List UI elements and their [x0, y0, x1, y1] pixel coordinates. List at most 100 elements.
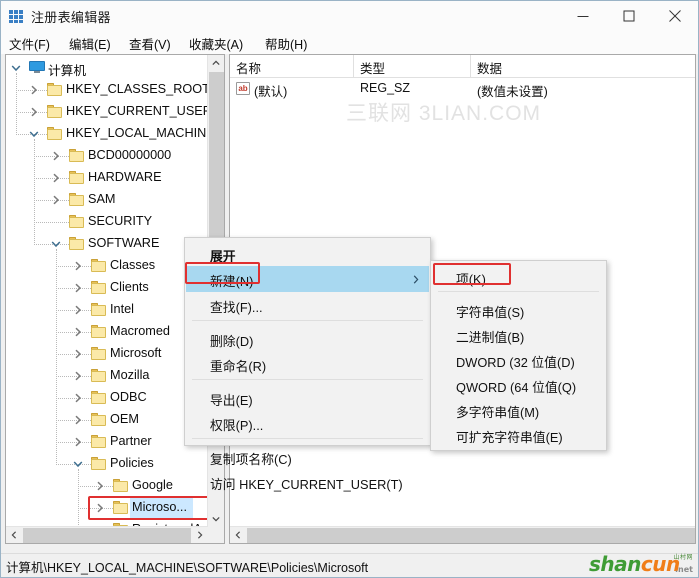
tree-item-计算机[interactable]: 计算机 [6, 57, 207, 79]
menu-file[interactable]: 文件(F) [7, 34, 52, 52]
submenu-item-qword[interactable]: QWORD (64 位值(Q) [432, 372, 605, 398]
chevron-right-icon[interactable] [72, 414, 84, 426]
tree-item-classes[interactable]: Classes [6, 255, 207, 277]
tree-item-label: SAM [88, 192, 116, 206]
chevron-down-icon[interactable] [50, 238, 62, 250]
tree-item-label: Microsoft [110, 346, 162, 360]
chevron-right-icon[interactable] [72, 260, 84, 272]
tree-item-hkeylocalmachine[interactable]: HKEY_LOCAL_MACHINE [6, 123, 207, 145]
values-horizontal-scrollbar[interactable] [230, 526, 695, 543]
submenu-item-expandable-string[interactable]: 可扩充字符串值(E) [432, 422, 605, 448]
tree-item-bcd00000000[interactable]: BCD00000000 [6, 145, 207, 167]
annotation-box-key [433, 263, 511, 285]
tree-item-partner[interactable]: Partner [6, 431, 207, 453]
menu-item-goto-hkcu[interactable]: 访问 HKEY_CURRENT_USER(T) [186, 469, 429, 495]
tree-item-label: Policies [110, 456, 154, 470]
submenu-item-multistring[interactable]: 多字符串值(M) [432, 397, 605, 423]
scroll-down-button[interactable] [208, 511, 224, 527]
menu-item-export[interactable]: 导出(E) [186, 385, 429, 411]
tree-item-clients[interactable]: Clients [6, 277, 207, 299]
tree-item-registeredapplica[interactable]: RegisteredApplica [6, 519, 207, 526]
tree-item-odbc[interactable]: ODBC [6, 387, 207, 409]
folder-icon [91, 369, 106, 382]
folder-icon [91, 413, 106, 426]
registry-tree[interactable]: 计算机 HKEY_CLASSES_ROOT HKEY_CURRENT_USER HKE… [6, 55, 207, 526]
tree-item-label: SOFTWARE [88, 236, 160, 250]
title-bar: 注册表编辑器 [1, 1, 698, 32]
tree-item-label: Google [132, 478, 173, 492]
values-hscroll-thumb[interactable] [247, 528, 695, 543]
tree-item-hkeyclassesroot[interactable]: HKEY_CLASSES_ROOT [6, 79, 207, 101]
tree-hscroll-thumb[interactable] [23, 528, 191, 543]
tree-item-security[interactable]: SECURITY [6, 211, 207, 233]
chevron-right-icon[interactable] [50, 150, 62, 162]
menu-item-copy-key-name[interactable]: 复制项名称(C) [186, 444, 429, 470]
menu-separator [192, 438, 423, 439]
chevron-right-icon[interactable] [72, 436, 84, 448]
menu-item-permissions-label: 权限(P)... [210, 418, 264, 433]
menu-item-rename[interactable]: 重命名(R) [186, 351, 429, 377]
tree-scroll-thumb[interactable] [209, 72, 224, 240]
close-button[interactable] [652, 1, 698, 31]
tree-item-hkeycurrentuser[interactable]: HKEY_CURRENT_USER [6, 101, 207, 123]
menu-item-find[interactable]: 查找(F)... [186, 292, 429, 318]
chevron-right-icon[interactable] [28, 106, 40, 118]
menu-item-permissions[interactable]: 权限(P)... [186, 410, 429, 436]
submenu-item-string[interactable]: 字符串值(S) [432, 297, 605, 323]
menu-favorites[interactable]: 收藏夹(A) [187, 34, 245, 52]
tree-item-mozilla[interactable]: Mozilla [6, 365, 207, 387]
scroll-right-button[interactable] [192, 527, 208, 543]
tree-item-label: Clients [110, 280, 149, 294]
chevron-right-icon[interactable] [50, 172, 62, 184]
folder-icon [69, 149, 84, 162]
tree-item-macromed[interactable]: Macromed [6, 321, 207, 343]
scroll-up-button[interactable] [208, 55, 224, 71]
menu-edit[interactable]: 编辑(E) [67, 34, 113, 52]
chevron-right-icon[interactable] [72, 392, 84, 404]
chevron-down-icon[interactable] [10, 62, 22, 74]
value-name: (默认) [254, 85, 288, 99]
scroll-left-button[interactable] [6, 527, 22, 543]
chevron-right-icon[interactable] [72, 370, 84, 382]
menu-item-delete[interactable]: 删除(D) [186, 326, 429, 352]
submenu-item-expandable-string-label: 可扩充字符串值(E) [456, 430, 563, 445]
tree-item-label: Mozilla [110, 368, 150, 382]
submenu-item-dword-label: DWORD (32 位值(D) [456, 355, 575, 370]
chevron-right-icon[interactable] [72, 348, 84, 360]
column-header-data[interactable]: 数据 [471, 55, 695, 77]
tree-item-label: Intel [110, 302, 134, 316]
chevron-right-icon[interactable] [28, 84, 40, 96]
tree-item-intel[interactable]: Intel [6, 299, 207, 321]
menu-help[interactable]: 帮助(H) [263, 34, 309, 52]
tree-item-software[interactable]: SOFTWARE [6, 233, 207, 255]
chevron-right-icon[interactable] [72, 282, 84, 294]
minimize-icon [577, 16, 589, 17]
chevron-right-icon[interactable] [72, 326, 84, 338]
tree-item-oem[interactable]: OEM [6, 409, 207, 431]
tree-item-google[interactable]: Google [6, 475, 207, 497]
column-header-type[interactable]: 类型 [354, 55, 471, 77]
chevron-right-icon [197, 531, 203, 539]
table-row[interactable]: ab (默认) REG_SZ (数值未设置) [230, 78, 695, 99]
tree-item-microsoft[interactable]: Microsoft [6, 343, 207, 365]
column-header-name[interactable]: 名称 [230, 55, 354, 77]
tree-item-label: HKEY_LOCAL_MACHINE [66, 126, 207, 140]
chevron-right-icon[interactable] [50, 194, 62, 206]
tree-item-hardware[interactable]: HARDWARE [6, 167, 207, 189]
chevron-down-icon[interactable] [28, 128, 40, 140]
chevron-right-icon[interactable] [94, 480, 106, 492]
values-scroll-left-button[interactable] [230, 527, 246, 543]
maximize-button[interactable] [606, 1, 652, 31]
new-submenu: 项(K) 字符串值(S) 二进制值(B) DWORD (32 位值(D) QWO… [430, 260, 607, 451]
tree-item-policies[interactable]: Policies [6, 453, 207, 475]
submenu-item-binary[interactable]: 二进制值(B) [432, 322, 605, 348]
chevron-down-icon[interactable] [72, 458, 84, 470]
tree-horizontal-scrollbar[interactable] [6, 526, 208, 543]
chevron-right-icon[interactable] [72, 304, 84, 316]
menu-view[interactable]: 查看(V) [127, 34, 173, 52]
submenu-item-dword[interactable]: DWORD (32 位值(D) [432, 347, 605, 373]
value-type: REG_SZ [360, 81, 411, 95]
tree-item-label: HARDWARE [88, 170, 162, 184]
minimize-button[interactable] [560, 1, 606, 31]
tree-item-sam[interactable]: SAM [6, 189, 207, 211]
